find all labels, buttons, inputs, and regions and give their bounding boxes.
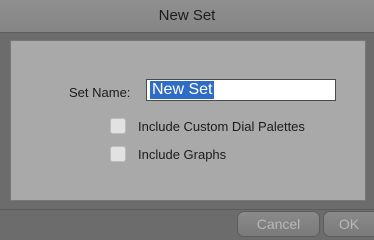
- include-graphs-checkbox[interactable]: [110, 146, 126, 162]
- cancel-button[interactable]: Cancel: [237, 211, 320, 237]
- ok-button[interactable]: OK: [323, 211, 374, 237]
- set-name-label: Set Name:: [69, 85, 131, 100]
- set-name-input[interactable]: New Set: [146, 79, 336, 101]
- dialog-titlebar: New Set: [0, 0, 374, 33]
- footer-divider: [0, 209, 374, 210]
- set-name-input-value: New Set: [150, 81, 215, 99]
- include-custom-dial-palettes-checkbox[interactable]: [110, 118, 126, 134]
- include-custom-dial-palettes-label: Include Custom Dial Palettes: [138, 119, 305, 134]
- dialog-title: New Set: [158, 7, 216, 24]
- include-graphs-label: Include Graphs: [138, 147, 227, 162]
- new-set-dialog: New Set Set Name: New Set Include Custom…: [0, 0, 374, 240]
